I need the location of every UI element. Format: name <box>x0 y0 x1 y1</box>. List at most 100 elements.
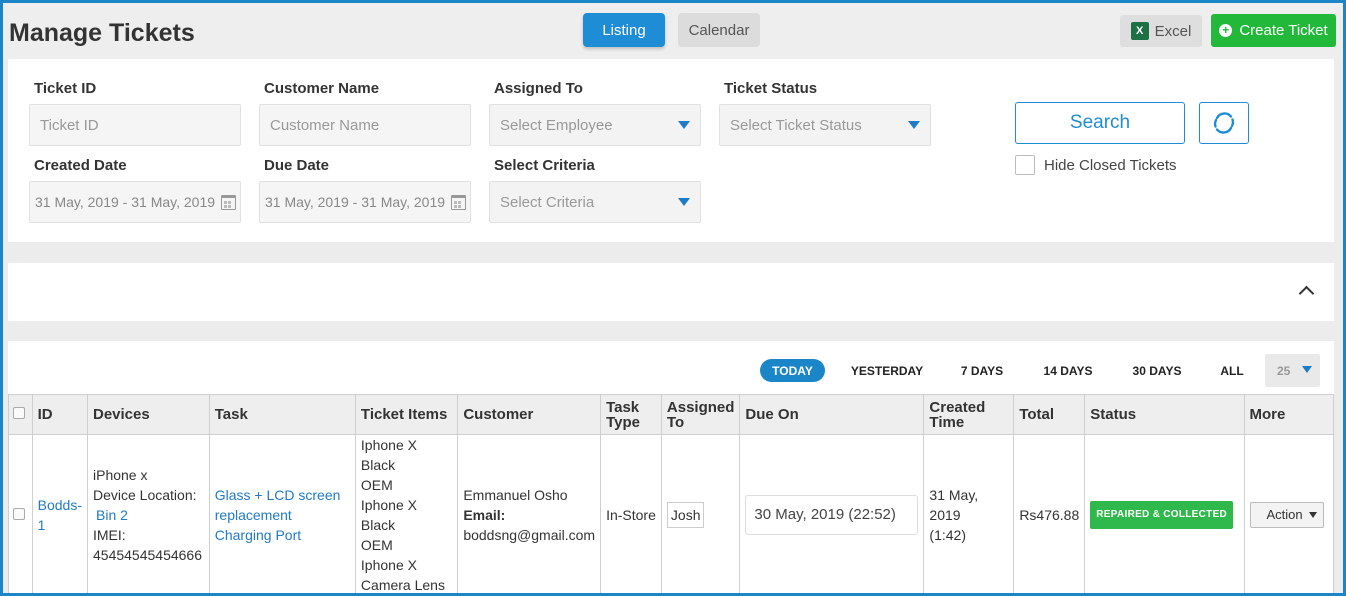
ticket-item: Iphone X Black <box>360 497 417 533</box>
row-select-cell[interactable] <box>8 434 33 596</box>
ticket-id-label: Ticket ID <box>34 80 97 97</box>
col-created-time[interactable]: Created Time <box>923 394 1015 435</box>
select-all-checkbox[interactable] <box>13 407 25 419</box>
col-customer[interactable]: Customer <box>457 394 602 435</box>
customer-name-input[interactable]: Customer Name <box>259 104 471 146</box>
task-line2: replacement <box>214 507 292 523</box>
dropdown-caret-icon <box>678 121 690 129</box>
ticket-item: Iphone X Black <box>360 437 417 473</box>
col-ticket-items[interactable]: Ticket Items <box>354 394 459 435</box>
col-devices[interactable]: Devices <box>87 394 210 435</box>
calendar-tab-button[interactable]: Calendar <box>678 13 760 47</box>
ticket-item: Iphone X <box>360 557 417 573</box>
excel-label: Excel <box>1154 22 1192 40</box>
customer-cell: Emmanuel Osho Email: boddsng@gmail.com <box>457 434 602 596</box>
task-type-cell: In-Store <box>600 434 662 596</box>
ticket-id-input[interactable]: Ticket ID <box>29 104 241 146</box>
excel-export-button[interactable]: X Excel <box>1120 15 1202 47</box>
due-date-label: Due Date <box>264 157 330 174</box>
devices-cell: iPhone x Device Location: Bin 2 IMEI: 45… <box>87 434 210 596</box>
col-status[interactable]: Status <box>1084 394 1245 435</box>
assigned-to-cell: Josh <box>660 434 741 596</box>
email-label: Email: <box>463 507 506 523</box>
device-location-label: Device Location: <box>93 487 197 503</box>
col-task-type-line2: Type <box>606 413 640 431</box>
filter-panel: Ticket ID Ticket ID Customer Name Custom… <box>8 59 1334 242</box>
create-ticket-label: Create Ticket <box>1239 22 1328 39</box>
imei-value: 45454545454666 <box>93 547 203 563</box>
create-ticket-button[interactable]: + Create Ticket <box>1211 14 1336 47</box>
device-name: iPhone x <box>93 467 148 483</box>
col-task-type[interactable]: Task Type <box>600 394 662 435</box>
ticket-items-cell: Iphone X Black OEM Iphone X Black OEM Ip… <box>354 434 459 596</box>
assigned-to-placeholder: Select Employee <box>500 116 613 134</box>
chevron-up-icon[interactable] <box>1298 285 1315 302</box>
plus-circle-icon: + <box>1219 24 1233 37</box>
range-yesterday[interactable]: YESTERDAY <box>846 359 928 382</box>
ticket-status-select[interactable]: Select Ticket Status <box>719 104 931 146</box>
created-date-label: Created Date <box>34 157 127 174</box>
table-header-row: ID Devices Task Ticket Items Customer Ta… <box>8 394 1335 435</box>
task-link[interactable]: Glass + LCD screen replacement Charging … <box>215 487 341 543</box>
select-criteria-placeholder: Select Criteria <box>500 193 595 211</box>
select-all-cell[interactable] <box>8 394 33 435</box>
assigned-to-select[interactable]: Select Employee <box>489 104 701 146</box>
per-page-select[interactable]: 25 <box>1265 354 1320 387</box>
more-cell: Action <box>1243 434 1335 596</box>
status-cell: REPAIRED & COLLECTED <box>1084 434 1245 596</box>
due-date-input[interactable]: 31 May, 2019 - 31 May, 2019 <box>259 181 471 223</box>
ticket-id-line2: 1 <box>37 517 46 533</box>
calendar-icon[interactable] <box>451 195 466 210</box>
refresh-button[interactable] <box>1199 102 1249 144</box>
search-button[interactable]: Search <box>1015 102 1185 144</box>
ticket-id-link[interactable]: Bodds- 1 <box>38 497 82 533</box>
range-all[interactable]: ALL <box>1214 359 1250 382</box>
col-assigned-line2: To <box>666 413 685 431</box>
hide-closed-toggle[interactable]: Hide Closed Tickets <box>1015 155 1177 175</box>
collapsible-panel <box>8 263 1334 321</box>
hide-closed-label: Hide Closed Tickets <box>1044 156 1177 174</box>
task-line1: Glass + LCD screen <box>214 487 341 503</box>
device-bin-link[interactable]: Bin 2 <box>96 507 128 523</box>
range-14-days[interactable]: 14 DAYS <box>1035 359 1101 382</box>
ticket-item: OEM <box>360 537 393 553</box>
customer-name-label: Customer Name <box>264 80 380 97</box>
caret-down-icon <box>1308 512 1317 518</box>
col-task[interactable]: Task <box>208 394 356 435</box>
dropdown-caret-icon <box>1302 366 1312 373</box>
row-checkbox[interactable] <box>13 508 25 520</box>
range-30-days[interactable]: 30 DAYS <box>1124 359 1190 382</box>
ticket-id-line1: Bodds- <box>37 497 82 513</box>
due-date-field[interactable]: 30 May, 2019 (22:52) <box>745 495 919 535</box>
range-7-days[interactable]: 7 DAYS <box>952 359 1012 382</box>
range-today[interactable]: TODAY <box>760 359 825 382</box>
assigned-to-label: Assigned To <box>494 80 583 97</box>
calendar-icon[interactable] <box>221 195 236 210</box>
col-more: More <box>1243 394 1335 435</box>
action-dropdown-button[interactable]: Action <box>1249 502 1324 528</box>
listing-tab-button[interactable]: Listing <box>583 13 665 47</box>
status-badge: REPAIRED & COLLECTED <box>1090 501 1234 529</box>
col-assigned-to[interactable]: Assigned To <box>660 394 741 435</box>
col-created-line2: Time <box>929 413 965 431</box>
col-id[interactable]: ID <box>31 394 89 435</box>
select-criteria-select[interactable]: Select Criteria <box>489 181 701 223</box>
tickets-table: ID Devices Task Ticket Items Customer Ta… <box>8 394 1335 596</box>
created-date-input[interactable]: 31 May, 2019 - 31 May, 2019 <box>29 181 241 223</box>
per-page-value: 25 <box>1277 363 1291 378</box>
hide-closed-checkbox[interactable] <box>1015 155 1035 175</box>
assignee-field[interactable]: Josh <box>666 502 705 528</box>
ticket-status-placeholder: Select Ticket Status <box>730 116 862 134</box>
col-total[interactable]: Total <box>1013 394 1086 435</box>
ticket-list-panel: TODAY YESTERDAY 7 DAYS 14 DAYS 30 DAYS A… <box>8 341 1335 596</box>
task-line3: Charging Port <box>214 527 302 543</box>
customer-email: boddsng@gmail.com <box>463 527 596 543</box>
ticket-item: OEM <box>360 477 393 493</box>
due-date-value: 31 May, 2019 - 31 May, 2019 <box>265 194 446 210</box>
table-row: Bodds- 1 iPhone x Device Location: Bin 2 … <box>8 434 1335 596</box>
created-date-value: 31 May, 2019 - 31 May, 2019 <box>35 194 216 210</box>
ticket-item: Camera Lens <box>360 577 445 593</box>
action-label: Action <box>1266 507 1303 522</box>
col-due-on[interactable]: Due On <box>739 394 925 435</box>
created-time: (1:42) <box>929 527 966 543</box>
